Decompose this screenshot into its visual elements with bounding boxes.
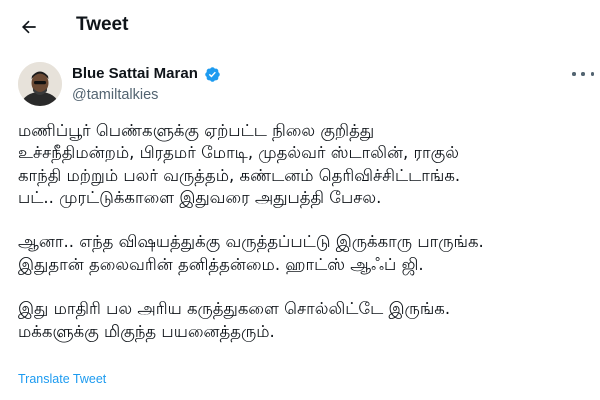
translate-tweet-link[interactable]: Translate Tweet <box>18 372 106 386</box>
tweet-line: பட்.. முரட்டுக்காளை இதுவரை அதுபத்தி பேசல… <box>18 187 382 207</box>
tweet-line: மக்களுக்கு மிகுந்த பயனைத்தரும். <box>18 321 275 341</box>
avatar[interactable] <box>18 62 62 106</box>
more-horizontal-icon <box>572 72 576 76</box>
arrow-left-icon <box>21 20 36 34</box>
top-bar: Tweet <box>0 0 600 54</box>
back-button[interactable] <box>14 12 44 42</box>
tweet-line: உச்சநீதிமன்றம், பிரதமர் மோடி, முதல்வர் ஸ… <box>18 143 459 163</box>
tweet-text: மணிப்பூர் பெண்களுக்கு ஏற்பட்ட நிலை குறித… <box>18 120 593 343</box>
verified-badge-icon <box>205 67 220 82</box>
author-handle[interactable]: @tamiltalkies <box>72 87 158 103</box>
avatar-image <box>18 62 62 106</box>
tweet-line: ஆனா.. எந்த விஷயத்துக்கு வருத்தப்பட்டு இர… <box>18 232 484 252</box>
tweet-line: மணிப்பூர் பெண்களுக்கு ஏற்பட்ட நிலை குறித… <box>18 121 375 140</box>
tweet-line: இது மாதிரி பல அரிய கருத்துகளை சொல்லிட்டே… <box>18 299 451 319</box>
author-name[interactable]: Blue Sattai Maran <box>72 65 198 82</box>
tweet-line: காந்தி மற்றும் பலர் வருத்தம், கண்டனம் தெ… <box>18 165 461 185</box>
tweet-line: இதுதான் தலைவரின் தனித்தன்மை. ஹாட்ஸ் ஆஃப்… <box>18 254 424 274</box>
page-title: Tweet <box>76 14 129 35</box>
more-options-button[interactable] <box>572 66 594 82</box>
